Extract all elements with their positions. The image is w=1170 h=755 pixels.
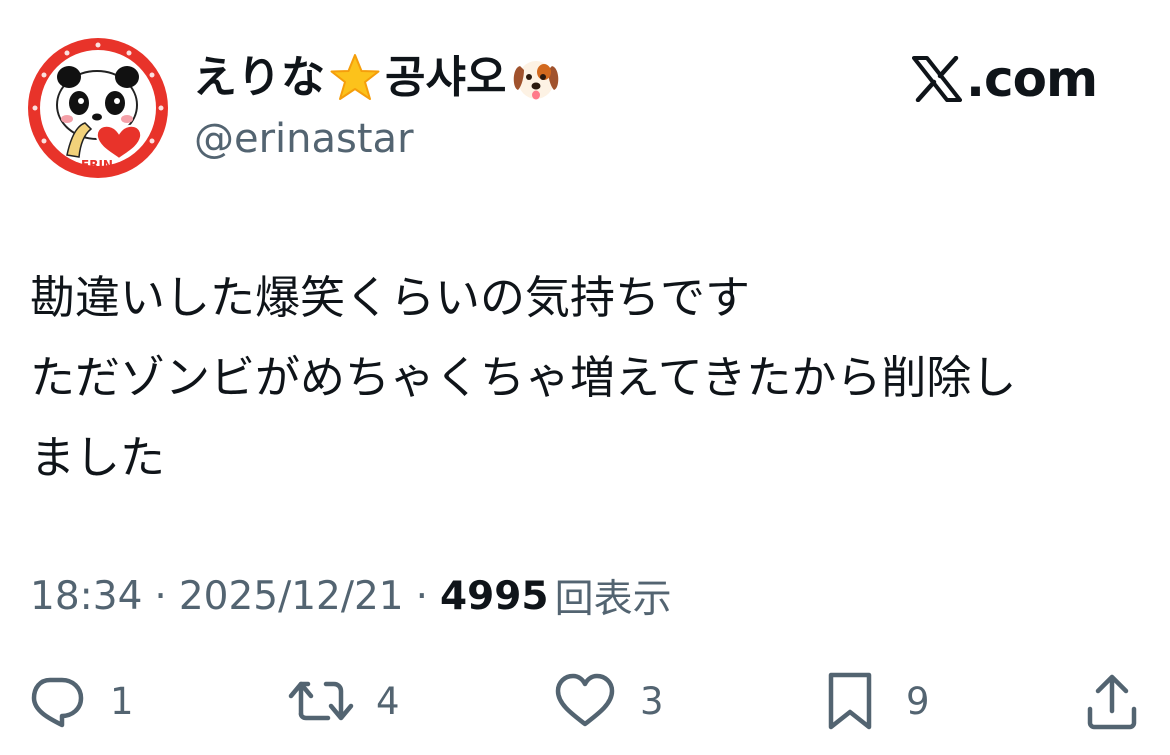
x-logo-icon [912,56,962,102]
dog-face-emoji-icon [514,61,559,100]
panda-avatar-image: ERIN [28,38,168,178]
views-count: 4995 [440,573,549,619]
share-button[interactable] [1086,665,1138,737]
avatar[interactable]: ERIN [27,37,169,179]
like-count: 3 [640,679,664,723]
views-label: 回表示 [554,577,672,622]
display-name-part1: えりな [193,52,325,103]
bookmark-button[interactable]: 9 [826,665,930,737]
bookmark-count: 9 [906,679,930,723]
share-icon [1087,674,1137,730]
meta-separator: · [154,573,167,619]
repost-icon [288,681,354,721]
post-meta: 18:34 · 2025/12/21 · 4995 回表示 [30,570,672,623]
post-text-line: ただゾンビがめちゃくちゃ増えてきたから削除し [30,351,1017,404]
display-name-part2: 공샤오 [385,52,507,103]
meta-separator: · [415,573,429,619]
reply-count: 1 [110,679,134,723]
bookmark-icon [828,672,872,730]
reply-icon [31,677,84,728]
like-button[interactable]: 3 [554,665,664,737]
repost-count: 4 [376,679,400,723]
post-time[interactable]: 18:34 [30,574,142,619]
avatar-tag: ERIN [81,158,113,172]
star-emoji-icon [330,54,380,100]
action-bar: 1 4 3 9 [0,665,1170,737]
x-brand: .com [912,48,1098,110]
post-text-line: 勘違いした爆笑くらいの気持ちです [30,271,751,324]
post-text: 勘違いした爆笑くらいの気持ちです ただゾンビがめちゃくちゃ増えてきたから削除し … [30,258,1150,498]
heart-icon [555,673,615,727]
user-handle[interactable]: @erinastar [194,115,414,163]
repost-button[interactable]: 4 [286,665,400,737]
post-text-line: ました [30,431,166,484]
brand-domain-text: .com [966,50,1098,108]
display-name[interactable]: えりな 공샤오 [193,47,566,109]
reply-button[interactable]: 1 [28,665,134,737]
post-date[interactable]: 2025/12/21 [179,574,404,619]
